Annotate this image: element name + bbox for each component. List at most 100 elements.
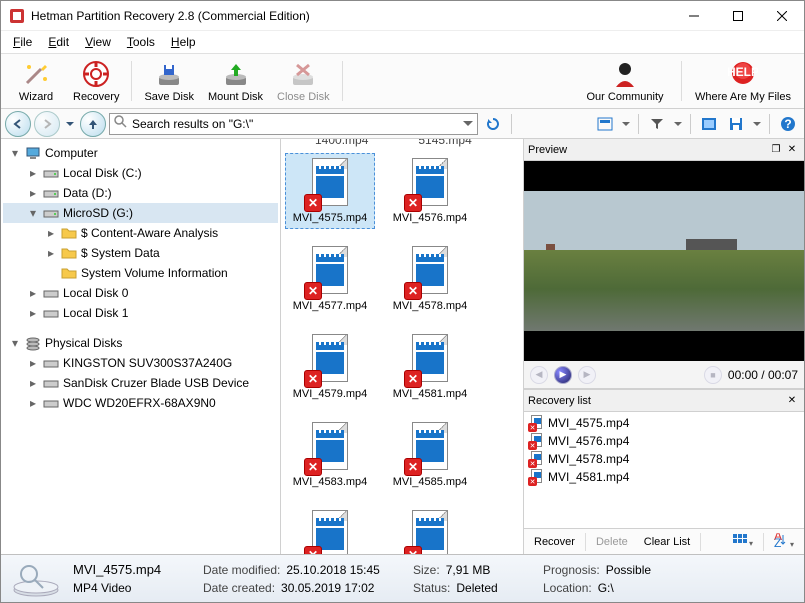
nav-separator (690, 114, 691, 134)
next-frame-button: ▶ (578, 366, 596, 384)
file-item[interactable]: ✕MVI_4581.mp4 (385, 329, 475, 405)
recovery-item[interactable]: ✕MVI_4576.mp4 (526, 432, 802, 450)
expand-icon: ▸ (45, 226, 57, 240)
wizard-button[interactable]: Wizard (7, 57, 65, 105)
save-disk-label: Save Disk (144, 91, 194, 103)
save-disk-icon (154, 59, 184, 89)
collapse-icon: ▾ (27, 206, 39, 220)
file-item[interactable]: ✕MVI_4585.mp4 (385, 417, 475, 493)
rec-sort-icon[interactable]: AZ▾ (768, 531, 800, 552)
address-bar[interactable] (109, 113, 478, 135)
tree-sys-vol-info[interactable]: System Volume Information (3, 263, 278, 283)
refresh-button[interactable] (481, 113, 505, 135)
close-disk-label: Close Disk (277, 91, 330, 103)
tree-microsd-g[interactable]: ▾MicroSD (G:) (3, 203, 278, 223)
close-panel-icon[interactable]: ✕ (784, 393, 800, 409)
computer-icon (25, 145, 41, 161)
file-item[interactable]: ✕ (385, 505, 475, 554)
preview-viewport[interactable] (524, 161, 804, 361)
menu-edit[interactable]: Edit (42, 33, 75, 51)
play-button[interactable]: ▶ (554, 366, 572, 384)
main-area: ▾Computer ▸Local Disk (C:) ▸Data (D:) ▾M… (1, 139, 804, 554)
filter-dropdown[interactable] (672, 113, 684, 135)
recovery-item[interactable]: ✕MVI_4581.mp4 (526, 468, 802, 486)
menu-bar: File Edit View Tools Help (1, 31, 804, 53)
nav-separator (769, 114, 770, 134)
nav-up-button[interactable] (80, 111, 106, 137)
file-item[interactable]: ✕MVI_4579.mp4 (285, 329, 375, 405)
drive-icon (43, 305, 59, 321)
file-item[interactable]: ✕MVI_4576.mp4 (385, 153, 475, 229)
preview-panel: Preview ❐ ✕ ◀ ▶ ▶ ■ 00:00 / 00:07 (524, 139, 804, 390)
nav-separator (511, 114, 512, 134)
mount-disk-button[interactable]: Mount Disk (202, 57, 269, 105)
close-panel-icon[interactable]: ✕ (784, 142, 800, 158)
tree-computer[interactable]: ▾Computer (3, 143, 278, 163)
partial-row: 1400.mp4 5145.mp4 (285, 139, 519, 147)
view-mode-button[interactable] (593, 113, 617, 135)
dropdown-icon[interactable] (463, 117, 473, 131)
save-dropdown[interactable] (751, 113, 763, 135)
minimize-button[interactable] (672, 1, 716, 31)
our-community-button[interactable]: Our Community (575, 57, 675, 105)
preview-controls: ◀ ▶ ▶ ■ 00:00 / 00:07 (524, 361, 804, 389)
recovery-item[interactable]: ✕MVI_4578.mp4 (526, 450, 802, 468)
save-button[interactable] (724, 113, 748, 135)
nav-history-dropdown[interactable] (63, 113, 77, 135)
app-icon (9, 8, 25, 24)
tree-local-c[interactable]: ▸Local Disk (C:) (3, 163, 278, 183)
file-item[interactable]: ✕ (285, 505, 375, 554)
expand-icon: ▸ (27, 396, 39, 410)
tree-local-1[interactable]: ▸Local Disk 1 (3, 303, 278, 323)
nav-forward-button[interactable] (34, 111, 60, 137)
person-icon (610, 59, 640, 89)
file-item[interactable]: ✕MVI_4578.mp4 (385, 241, 475, 317)
recovery-item[interactable]: ✕MVI_4575.mp4 (526, 414, 802, 432)
menu-tools[interactable]: Tools (121, 33, 161, 51)
recovery-label: Recovery (73, 91, 119, 103)
files-pane: 1400.mp4 5145.mp4 ✕MVI_4575.mp4 ✕MVI_457… (281, 139, 524, 554)
video-file-icon: ✕ (306, 334, 354, 386)
wizard-label: Wizard (19, 91, 53, 103)
tree-content-aware[interactable]: ▸$ Content-Aware Analysis (3, 223, 278, 243)
status-thumb (9, 559, 63, 599)
preview-header: Preview ❐ ✕ (524, 139, 804, 161)
tree-sandisk[interactable]: ▸SanDisk Cruzer Blade USB Device (3, 373, 278, 393)
recovery-button[interactable]: Recovery (67, 57, 125, 105)
preview-toggle-button[interactable] (697, 113, 721, 135)
toolbar-separator (681, 61, 682, 101)
close-button[interactable] (760, 1, 804, 31)
address-input[interactable] (132, 117, 459, 131)
tree-data-d[interactable]: ▸Data (D:) (3, 183, 278, 203)
tree-wdc[interactable]: ▸WDC WD20EFRX-68AX9N0 (3, 393, 278, 413)
svg-text:Z: Z (774, 536, 781, 547)
svg-text:HELP: HELP (728, 65, 758, 79)
maximize-button[interactable] (716, 1, 760, 31)
drive-icon (43, 185, 59, 201)
video-file-icon: ✕ (406, 334, 454, 386)
video-file-icon: ✕ (530, 433, 544, 449)
recover-button[interactable]: Recover (528, 534, 581, 550)
help-button[interactable]: ? (776, 113, 800, 135)
menu-file[interactable]: File (7, 33, 38, 51)
file-item[interactable]: ✕MVI_4577.mp4 (285, 241, 375, 317)
recovery-title: Recovery list (528, 395, 784, 407)
tree-kingston[interactable]: ▸KINGSTON SUV300S37A240G (3, 353, 278, 373)
clear-list-button[interactable]: Clear List (638, 534, 696, 550)
collapse-icon: ▾ (9, 146, 21, 160)
file-item[interactable]: ✕MVI_4583.mp4 (285, 417, 375, 493)
undock-icon[interactable]: ❐ (768, 142, 784, 158)
rec-view-icon[interactable]: ▾ (727, 532, 759, 551)
svg-text:?: ? (784, 117, 791, 131)
where-files-button[interactable]: HELP Where Are My Files (688, 57, 798, 105)
tree-system-data[interactable]: ▸$ System Data (3, 243, 278, 263)
file-item[interactable]: ✕MVI_4575.mp4 (285, 153, 375, 229)
tree-local-0[interactable]: ▸Local Disk 0 (3, 283, 278, 303)
nav-back-button[interactable] (5, 111, 31, 137)
menu-help[interactable]: Help (165, 33, 202, 51)
save-disk-button[interactable]: Save Disk (138, 57, 200, 105)
menu-view[interactable]: View (79, 33, 117, 51)
filter-button[interactable] (645, 113, 669, 135)
view-mode-dropdown[interactable] (620, 113, 632, 135)
tree-physical-disks[interactable]: ▾Physical Disks (3, 333, 278, 353)
